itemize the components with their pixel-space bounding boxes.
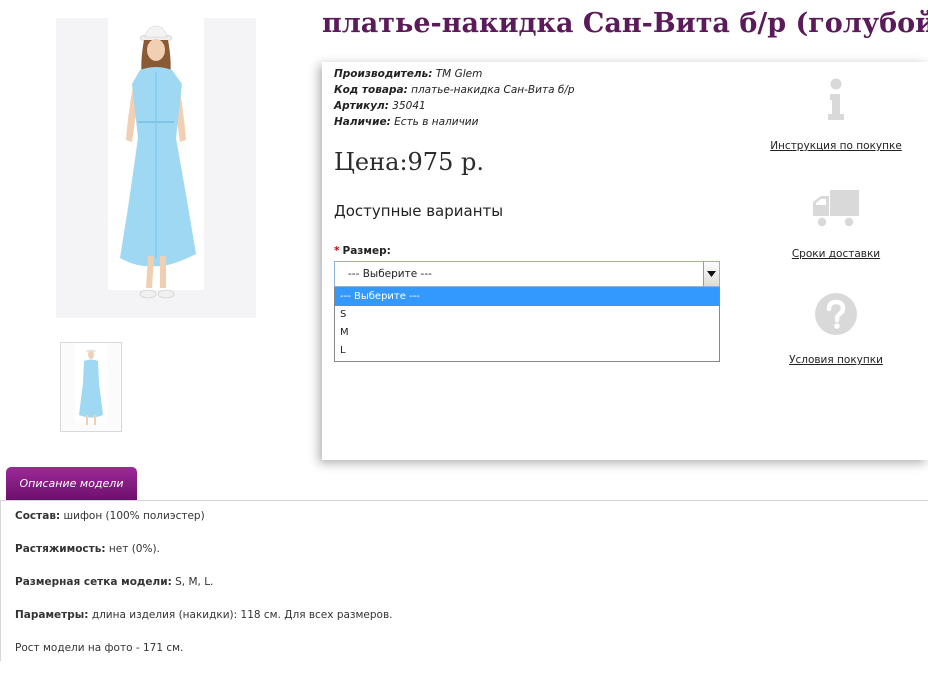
size-option-placeholder[interactable]: --- Выберите ---	[335, 288, 719, 306]
thumbnail-model-figure	[75, 343, 107, 425]
description-value: нет (0%).	[105, 543, 160, 555]
meta-manufacturer: Производитель: TM Glem	[334, 66, 575, 82]
size-label-text: Размер:	[342, 245, 391, 257]
meta-value: TM Glem	[435, 68, 483, 80]
size-label: * Размер:	[334, 245, 391, 257]
product-price: Цена:975 р.	[334, 148, 484, 176]
model-description: Состав: шифон (100% полиэстер) Растяжимо…	[15, 510, 393, 675]
product-thumbnail[interactable]	[60, 342, 122, 432]
description-line: Состав: шифон (100% полиэстер)	[15, 510, 393, 543]
description-value: S, M, L.	[171, 576, 214, 588]
meta-key: Код товара:	[334, 84, 408, 96]
question-icon	[815, 293, 857, 335]
description-value: шифон (100% полиэстер)	[60, 510, 205, 522]
meta-key: Наличие:	[334, 116, 391, 128]
purchase-conditions-link[interactable]: Условия покупки	[756, 292, 916, 366]
delivery-terms-link[interactable]: Сроки доставки	[756, 186, 916, 260]
size-option-s[interactable]: S	[335, 306, 719, 324]
purchase-instructions-label[interactable]: Инструкция по покупке	[756, 140, 916, 152]
description-line: Рост модели на фото - 171 см.	[15, 642, 393, 675]
size-select[interactable]: --- Выберите ---	[334, 261, 720, 287]
description-key: Состав:	[15, 510, 61, 522]
description-key: Размерная сетка модели:	[15, 576, 172, 588]
dropdown-arrow-button[interactable]	[703, 262, 719, 286]
purchase-instructions-link[interactable]: Инструкция по покупке	[756, 78, 916, 152]
meta-value: Есть в наличии	[394, 116, 479, 128]
meta-availability: Наличие: Есть в наличии	[334, 114, 575, 130]
size-option-l[interactable]: L	[335, 342, 719, 360]
truck-icon-wrap	[756, 186, 916, 232]
product-main-image[interactable]	[56, 18, 256, 318]
meta-product-code: Код товара: платье-накидка Сан-Вита б/р	[334, 82, 575, 98]
description-line: Размерная сетка модели: S, M, L.	[15, 576, 393, 609]
model-figure	[120, 25, 196, 299]
truck-icon	[813, 190, 859, 228]
description-value: Рост модели на фото - 171 см.	[15, 642, 184, 654]
description-key: Параметры:	[15, 609, 89, 621]
meta-value: платье-накидка Сан-Вита б/р	[411, 84, 575, 96]
chevron-down-icon	[707, 271, 716, 277]
size-option-m[interactable]: M	[335, 324, 719, 342]
meta-key: Производитель:	[334, 68, 433, 80]
info-icon-wrap	[756, 78, 916, 124]
tab-model-description[interactable]: Описание модели	[6, 467, 137, 500]
description-key: Растяжимость:	[15, 543, 106, 555]
description-value: длина изделия (накидки): 118 см. Для все…	[88, 609, 393, 621]
question-icon-wrap	[756, 292, 916, 338]
purchase-conditions-label[interactable]: Условия покупки	[756, 354, 916, 366]
product-meta: Производитель: TM Glem Код товара: плать…	[334, 66, 575, 130]
meta-article: Артикул: 35041	[334, 98, 575, 114]
delivery-terms-label[interactable]: Сроки доставки	[756, 248, 916, 260]
product-title: платье-накидка Сан-Вита б/р (голубой)	[322, 8, 928, 39]
meta-key: Артикул:	[334, 100, 389, 112]
size-dropdown-list: --- Выберите --- S M L	[334, 287, 720, 362]
description-line: Параметры: длина изделия (накидки): 118 …	[15, 609, 393, 642]
tab-divider	[0, 500, 928, 501]
required-mark: *	[334, 245, 340, 257]
size-select-value: --- Выберите ---	[348, 268, 432, 280]
description-line: Растяжимость: нет (0%).	[15, 543, 393, 576]
tab-content-border	[0, 500, 1, 661]
info-icon	[828, 78, 844, 120]
meta-value: 35041	[392, 100, 426, 112]
variants-title: Доступные варианты	[334, 202, 504, 220]
product-info-panel: Производитель: TM Glem Код товара: плать…	[322, 62, 928, 460]
